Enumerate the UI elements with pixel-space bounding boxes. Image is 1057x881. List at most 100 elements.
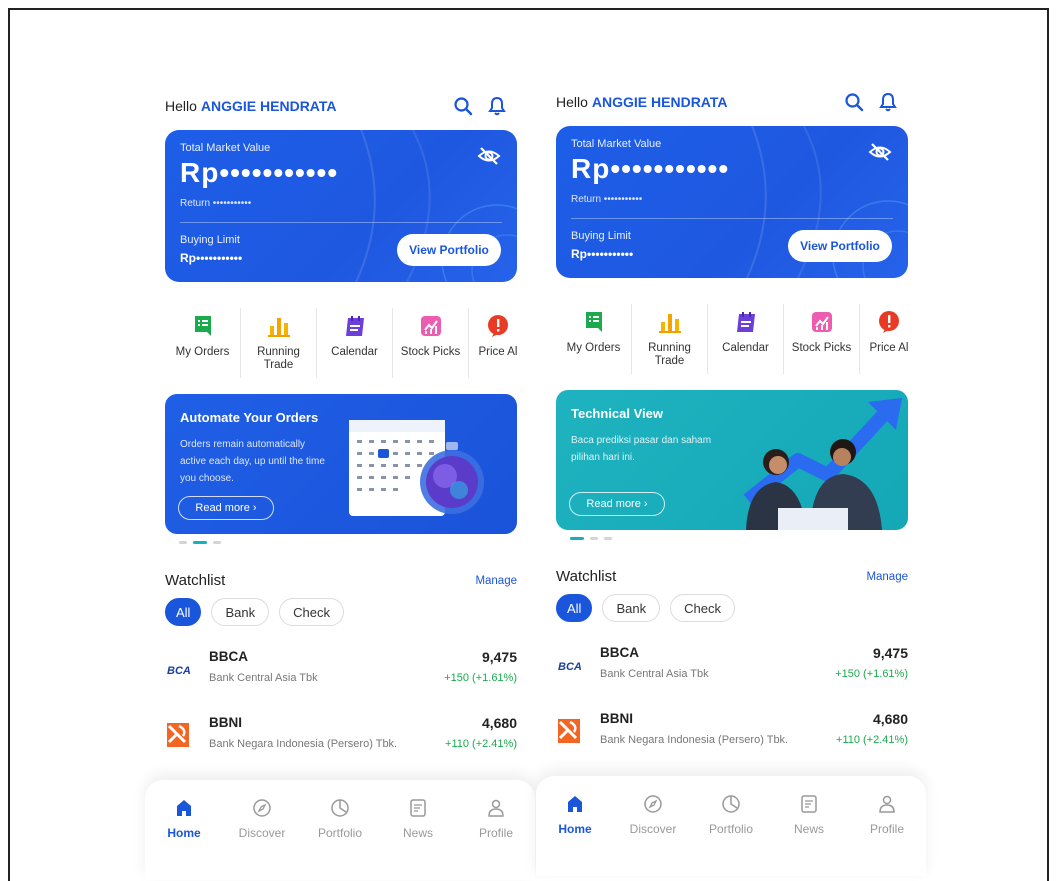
company-name: Bank Central Asia Tbk [600,668,709,680]
ticker: BBNI [209,715,242,730]
greeting: Hello ANGGIE HENDRATA [556,94,728,110]
total-market-value-label: Total Market Value [180,142,271,154]
nav-portfolio[interactable]: Portfolio [692,794,770,876]
nav-news[interactable]: News [770,794,848,876]
carousel-indicator[interactable] [179,541,221,544]
orders-icon [585,312,602,332]
news-icon [410,799,426,817]
menu-stock-picks[interactable]: Stock Picks [784,304,860,374]
pie-chart-icon [331,799,349,817]
ticker: BBCA [209,649,248,664]
eye-off-icon[interactable] [868,140,892,164]
carousel-dot-active[interactable] [193,541,207,544]
nav-profile[interactable]: Profile [848,794,926,876]
carousel-dot[interactable] [179,541,187,544]
menu-calendar[interactable]: Calendar [708,304,784,374]
eye-off-icon[interactable] [477,144,501,168]
menu-price-alert[interactable]: Price Al [469,308,527,378]
view-portfolio-button[interactable]: View Portfolio [788,230,892,262]
nav-discover[interactable]: Discover [223,798,301,880]
watchlist-title: Watchlist [165,572,226,589]
company-name: Bank Central Asia Tbk [209,672,318,684]
carousel-dot[interactable] [213,541,221,544]
nav-news[interactable]: News [379,798,457,880]
greeting: Hello ANGGIE HENDRATA [165,98,337,114]
bottom-nav: Home Discover Portfolio News Profile [145,780,535,880]
chip-bank[interactable]: Bank [602,594,661,622]
news-icon [801,795,817,813]
user-icon [879,795,895,813]
watchlist-row[interactable]: BCA BBCA Bank Central Asia Tbk 9,475 +15… [556,642,908,690]
price: 4,680 [872,711,908,727]
nav-home[interactable]: Home [145,798,223,880]
carousel-dot[interactable] [604,537,612,540]
menu-price-alert[interactable]: Price Al [860,304,918,374]
market-value-card: Total Market Value Rp••••••••••• Return … [165,130,517,282]
view-portfolio-button[interactable]: View Portfolio [397,234,501,266]
user-name: ANGGIE HENDRATA [591,94,728,110]
phone-screen-2: Hello ANGGIE HENDRATA Total Market Value … [536,86,926,876]
company-name: Bank Negara Indonesia (Persero) Tbk. [209,738,398,750]
price-change: +150 (+1.61%) [835,668,908,680]
watchlist-row[interactable]: BBNI Bank Negara Indonesia (Persero) Tbk… [165,712,517,760]
promo-banner[interactable]: Technical View Baca prediksi pasar dan s… [556,390,908,530]
promo-banner[interactable]: Automate Your Orders Orders remain autom… [165,394,517,534]
chip-check[interactable]: Check [670,594,735,622]
total-market-value: Rp••••••••••• [180,157,339,188]
compass-icon [253,799,271,817]
menu-stock-picks[interactable]: Stock Picks [393,308,469,378]
phone-screen-1: Hello ANGGIE HENDRATA Total Market Value … [145,90,535,880]
search-icon[interactable] [844,92,864,112]
watchlist-filter: All Bank Check [165,598,344,626]
market-value-card: Total Market Value Rp••••••••••• Return … [556,126,908,278]
bottom-nav: Home Discover Portfolio News Profile [536,776,926,876]
carousel-indicator[interactable] [570,537,612,540]
card-divider [571,218,893,219]
buying-limit-value: Rp••••••••••• [571,247,634,261]
menu-running-trade[interactable]: Running Trade [241,308,317,378]
read-more-button[interactable]: Read more › [569,492,665,516]
manage-link[interactable]: Manage [475,575,517,587]
nav-home[interactable]: Home [536,794,614,876]
chip-check[interactable]: Check [279,598,344,626]
carousel-dot[interactable] [590,537,598,540]
buying-limit-value: Rp••••••••••• [180,251,243,265]
price-change: +110 (+2.41%) [836,734,908,746]
ticker: BBCA [600,645,639,660]
return-value: Return ••••••••••• [571,194,643,205]
user-name: ANGGIE HENDRATA [200,98,337,114]
quick-menu: My Orders Running Trade Calendar Stock P… [556,304,918,374]
carousel-dot-active[interactable] [570,537,584,540]
menu-running-trade[interactable]: Running Trade [632,304,708,374]
app-header: Hello ANGGIE HENDRATA [165,95,507,117]
total-market-value: Rp••••••••••• [571,153,730,184]
calendar-stopwatch-illustration [349,420,484,516]
bell-icon[interactable] [878,92,898,112]
buying-limit-label: Buying Limit [571,230,631,242]
nav-discover[interactable]: Discover [614,794,692,876]
watchlist-header: Watchlist Manage [556,568,908,585]
menu-my-orders[interactable]: My Orders [556,304,632,374]
search-icon[interactable] [453,96,473,116]
bell-icon[interactable] [487,96,507,116]
pie-chart-icon [722,795,740,813]
menu-calendar[interactable]: Calendar [317,308,393,378]
chip-bank[interactable]: Bank [211,598,270,626]
quick-menu: My Orders Running Trade Calendar Stock P… [165,308,527,378]
watchlist-row[interactable]: BCA BBCA Bank Central Asia Tbk 9,475 +15… [165,646,517,694]
nav-profile[interactable]: Profile [457,798,535,880]
calendar-icon [345,316,364,336]
read-more-button[interactable]: Read more › [178,496,274,520]
manage-link[interactable]: Manage [866,571,908,583]
banner-description: Orders remain automatically active each … [180,439,325,484]
chip-all[interactable]: All [556,594,593,622]
watchlist-header: Watchlist Manage [165,572,517,589]
stock-picks-icon [420,316,441,336]
menu-my-orders[interactable]: My Orders [165,308,241,378]
nav-portfolio[interactable]: Portfolio [301,798,379,880]
watchlist-filter: All Bank Check [556,594,735,622]
ticker: BBNI [600,711,633,726]
watchlist-row[interactable]: BBNI Bank Negara Indonesia (Persero) Tbk… [556,708,908,756]
bni-logo-icon [167,723,189,747]
chip-all[interactable]: All [165,598,202,626]
